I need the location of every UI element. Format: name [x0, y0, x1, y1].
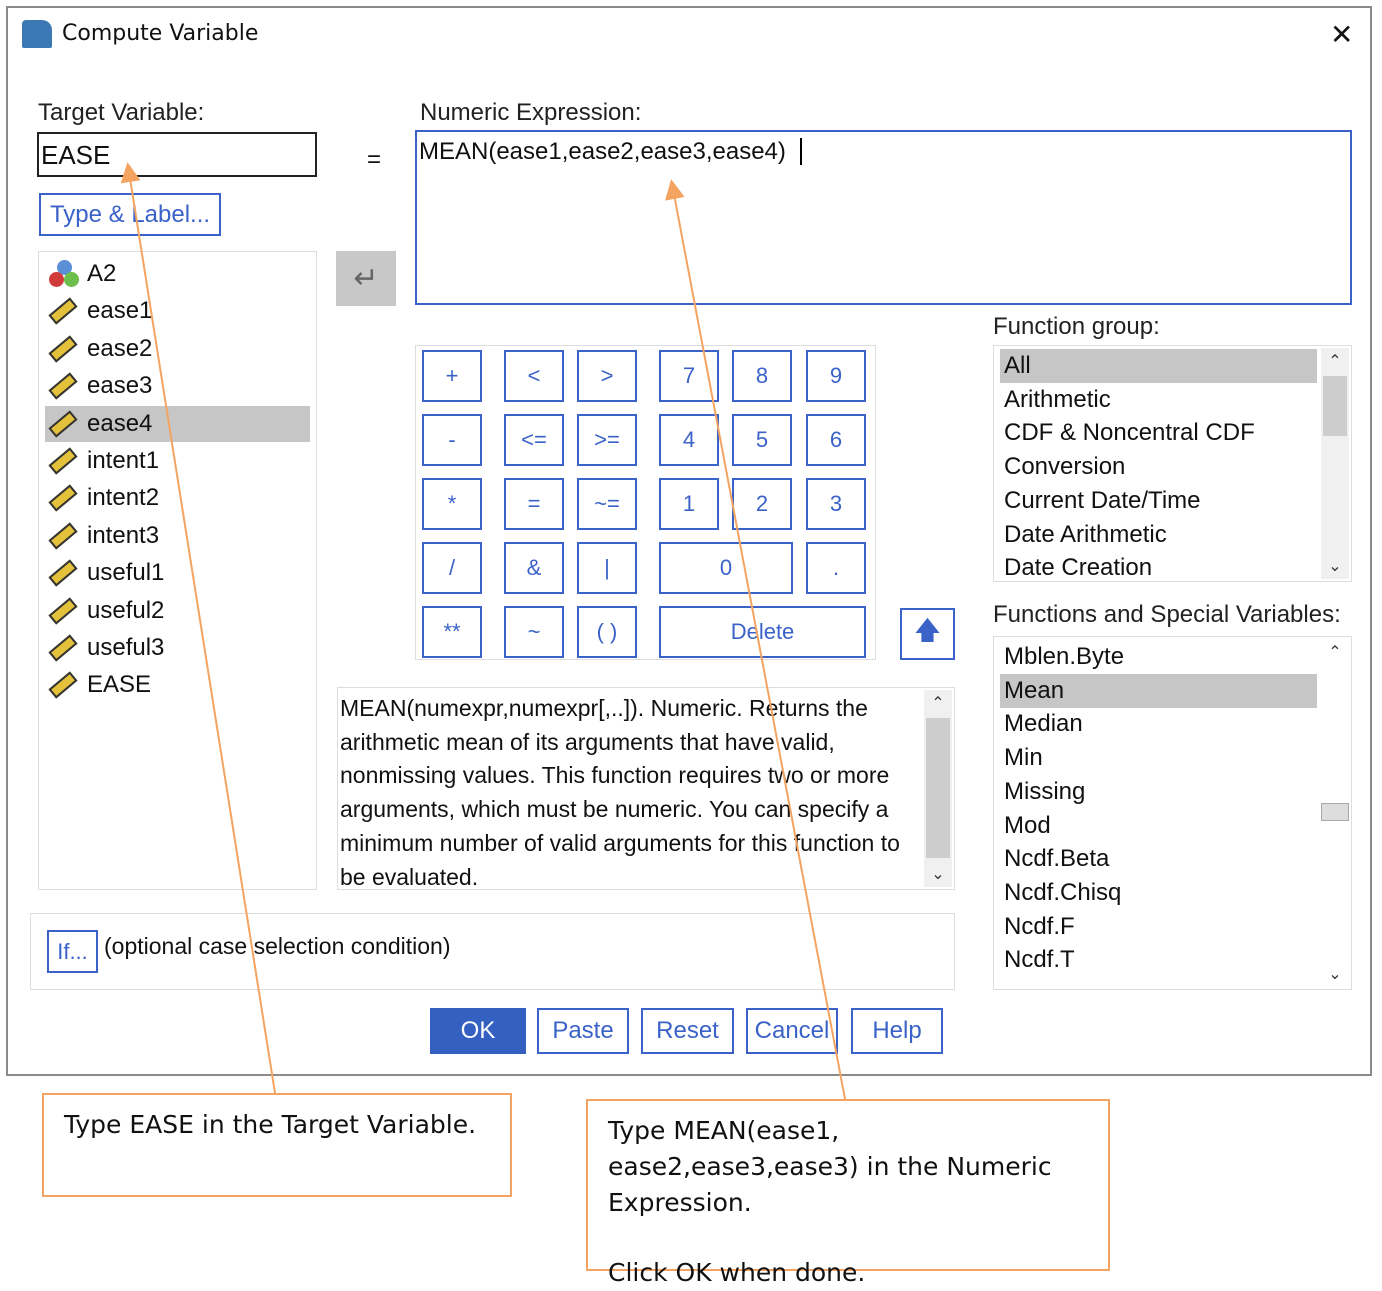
arrow-to-target [120, 162, 276, 1094]
annotation-arrows [120, 162, 846, 1100]
arrow-to-expression [665, 179, 846, 1100]
